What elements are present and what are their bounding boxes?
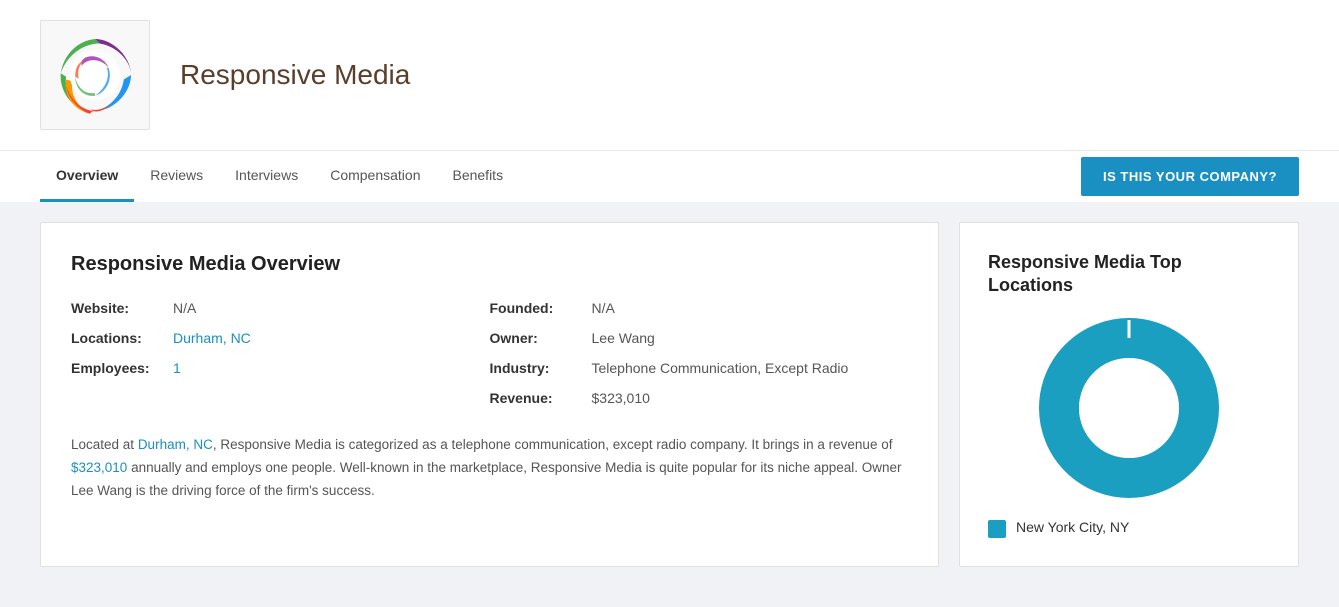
donut-chart-container xyxy=(988,318,1270,498)
company-name-heading: Responsive Media xyxy=(180,59,410,91)
top-locations-title: Responsive Media Top Locations xyxy=(988,251,1270,298)
legend-label-text: New York City, NY xyxy=(1016,518,1129,538)
founded-label: Founded: xyxy=(490,300,580,316)
revenue-row: Revenue: $323,010 xyxy=(490,390,909,406)
tab-benefits[interactable]: Benefits xyxy=(436,151,519,202)
desc-location-link[interactable]: Durham, NC xyxy=(138,437,213,452)
industry-row: Industry: Telephone Communication, Excep… xyxy=(490,360,909,376)
nav-tabs: Overview Reviews Interviews Compensation… xyxy=(40,151,519,202)
tab-overview[interactable]: Overview xyxy=(40,151,134,202)
owner-row: Owner: Lee Wang xyxy=(490,330,909,346)
industry-label: Industry: xyxy=(490,360,580,376)
revenue-label: Revenue: xyxy=(490,390,580,406)
tab-reviews[interactable]: Reviews xyxy=(134,151,219,202)
owner-label: Owner: xyxy=(490,330,580,346)
claim-company-button[interactable]: IS THIS YOUR COMPANY? xyxy=(1081,157,1299,196)
founded-value: N/A xyxy=(592,300,615,316)
info-grid: Website: N/A Locations: Durham, NC Emplo… xyxy=(71,300,908,406)
tab-interviews[interactable]: Interviews xyxy=(219,151,314,202)
navigation-bar: Overview Reviews Interviews Compensation… xyxy=(0,150,1339,202)
tab-compensation[interactable]: Compensation xyxy=(314,151,436,202)
desc-revenue-link[interactable]: $323,010 xyxy=(71,460,127,475)
website-row: Website: N/A xyxy=(71,300,490,316)
locations-value[interactable]: Durham, NC xyxy=(173,330,251,346)
company-logo xyxy=(40,20,150,130)
top-locations-card: Responsive Media Top Locations New York … xyxy=(959,222,1299,567)
locations-label: Locations: xyxy=(71,330,161,346)
employees-value[interactable]: 1 xyxy=(173,360,181,376)
owner-value: Lee Wang xyxy=(592,330,655,346)
info-section-right: Founded: N/A Owner: Lee Wang Industry: T… xyxy=(490,300,909,406)
legend-color-swatch xyxy=(988,520,1006,538)
donut-chart xyxy=(1039,318,1219,498)
chart-legend: New York City, NY xyxy=(988,518,1270,538)
revenue-value: $323,010 xyxy=(592,390,650,406)
company-description: Located at Durham, NC, Responsive Media … xyxy=(71,434,908,503)
overview-title: Responsive Media Overview xyxy=(71,253,908,276)
website-label: Website: xyxy=(71,300,161,316)
employees-label: Employees: xyxy=(71,360,161,376)
website-value: N/A xyxy=(173,300,196,316)
info-section-left: Website: N/A Locations: Durham, NC Emplo… xyxy=(71,300,490,406)
overview-card: Responsive Media Overview Website: N/A L… xyxy=(40,222,939,567)
company-header: Responsive Media xyxy=(0,0,1339,150)
founded-row: Founded: N/A xyxy=(490,300,909,316)
industry-value: Telephone Communication, Except Radio xyxy=(592,360,849,376)
employees-row: Employees: 1 xyxy=(71,360,490,376)
content-area: Responsive Media Overview Website: N/A L… xyxy=(0,202,1339,587)
locations-row: Locations: Durham, NC xyxy=(71,330,490,346)
